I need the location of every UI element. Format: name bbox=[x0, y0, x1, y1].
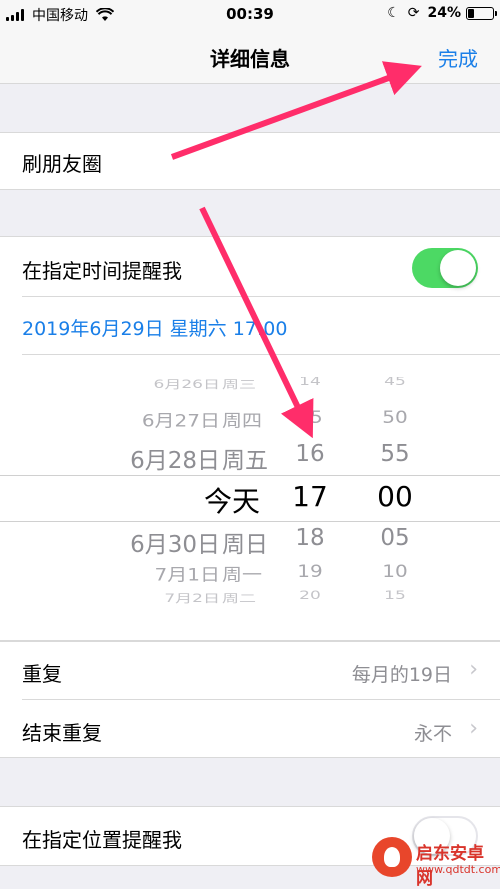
picker-weekday: 周日 bbox=[222, 532, 268, 558]
picker-hour: 18 bbox=[295, 525, 325, 551]
picker-date: 6月26日 bbox=[153, 378, 220, 392]
picker-minute: 45 bbox=[384, 377, 406, 388]
picker-date: 6月27日 bbox=[141, 410, 220, 431]
remind-location-label: 在指定位置提醒我 bbox=[22, 828, 182, 852]
status-bar: 中国移动 00:39 ☾ ⟳ 24% bbox=[0, 0, 500, 30]
end-repeat-value: 永不 bbox=[413, 723, 452, 745]
picker-hour: 16 bbox=[295, 441, 325, 467]
watermark-logo-icon bbox=[372, 837, 412, 877]
watermark-url: www.qdtdt.com bbox=[416, 863, 500, 876]
moon-icon: ☾ bbox=[387, 5, 400, 21]
status-right: ☾ ⟳ 24% bbox=[387, 5, 497, 21]
picker-minute: 50 bbox=[382, 407, 408, 428]
picker-minute: 55 bbox=[380, 441, 410, 467]
reminder-title-cell[interactable]: 刷朋友圈 bbox=[0, 132, 500, 190]
repeat-label: 重复 bbox=[22, 662, 62, 686]
picker-weekday: 周四 bbox=[222, 410, 262, 431]
nav-bar: 详细信息 完成 bbox=[0, 30, 500, 84]
end-repeat-label: 结束重复 bbox=[22, 721, 102, 745]
picker-hour: 20 bbox=[299, 589, 321, 602]
picker-minute: 15 bbox=[384, 589, 406, 602]
picker-hour: 15 bbox=[297, 407, 323, 428]
done-button[interactable]: 完成 bbox=[438, 43, 478, 72]
picker-hour: 14 bbox=[299, 377, 321, 388]
remind-time-label: 在指定时间提醒我 bbox=[22, 259, 182, 283]
divider bbox=[22, 296, 500, 297]
reminder-title[interactable]: 刷朋友圈 bbox=[22, 148, 102, 177]
repeat-cell[interactable]: 重复 每月的19日 › bbox=[0, 641, 500, 699]
picker-weekday: 周一 bbox=[222, 564, 262, 585]
repeat-group: 重复 每月的19日 › 结束重复 永不 › bbox=[0, 641, 500, 758]
battery-icon bbox=[466, 6, 497, 20]
chevron-right-icon: › bbox=[469, 657, 478, 682]
chevron-right-icon: › bbox=[469, 716, 478, 741]
picker-minute: 00 bbox=[377, 480, 413, 513]
picker-hour: 19 bbox=[297, 561, 323, 582]
picker-date: 7月2日 bbox=[164, 592, 220, 606]
picker-selection-top bbox=[0, 475, 500, 476]
picker-date: 6月28日 bbox=[130, 448, 220, 474]
orientation-lock-icon: ⟳ bbox=[407, 5, 420, 21]
toggle-knob bbox=[440, 250, 476, 286]
picker-minute: 05 bbox=[380, 525, 410, 551]
picker-date-today: 今天 bbox=[203, 485, 260, 518]
picker-weekday: 周三 bbox=[222, 378, 256, 392]
picker-date: 6月30日 bbox=[130, 532, 220, 558]
picker-selection-bottom bbox=[0, 521, 500, 522]
end-repeat-cell[interactable]: 结束重复 永不 › bbox=[0, 700, 500, 758]
picker-weekday: 周五 bbox=[222, 448, 268, 474]
repeat-value: 每月的19日 bbox=[351, 664, 452, 686]
selected-datetime[interactable]: 2019年6月29日 星期六 17:00 bbox=[22, 314, 287, 341]
battery-percent: 24% bbox=[427, 5, 461, 21]
divider bbox=[22, 354, 500, 355]
picker-date: 7月1日 bbox=[154, 564, 220, 585]
picker-weekday: 周二 bbox=[222, 592, 256, 606]
remind-time-toggle[interactable] bbox=[412, 248, 478, 288]
picker-minute: 10 bbox=[382, 561, 408, 582]
picker-hour: 17 bbox=[292, 480, 328, 513]
watermark: 启东安卓网 www.qdtdt.com bbox=[372, 833, 500, 889]
remind-time-group: 在指定时间提醒我 2019年6月29日 星期六 17:00 6月26日 周三 14 4… bbox=[0, 236, 500, 641]
page-title: 详细信息 bbox=[210, 47, 290, 71]
date-time-picker[interactable]: 6月26日 周三 14 45 6月27日 周四 15 50 6月28日 周五 16 55 今天 17 00 6… bbox=[0, 377, 500, 615]
